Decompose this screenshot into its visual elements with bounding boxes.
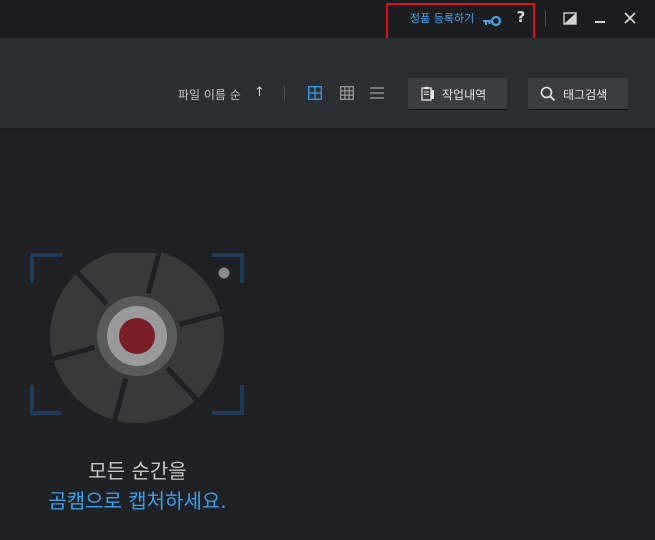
capture-list-area: 모든 순간을 곰캠으로 캡처하세요. (0, 129, 655, 540)
restore-icon[interactable] (562, 10, 578, 26)
key-icon[interactable] (482, 12, 502, 27)
minimize-icon[interactable] (592, 10, 608, 26)
history-button[interactable]: 작업내역 (408, 78, 507, 109)
search-icon (540, 86, 556, 102)
sort-dropdown[interactable]: 파일 이름 순 (178, 86, 241, 103)
camera-shutter-icon (30, 248, 245, 424)
sort-direction-button[interactable]: ↑ (254, 85, 265, 100)
clipboard-icon (421, 86, 434, 101)
toolbar: 파일 이름 순 ↑ 작업내역 태그검색 (0, 38, 655, 129)
titlebar-divider (545, 10, 546, 26)
history-button-label: 작업내역 (442, 88, 487, 102)
tag-search-button-label: 태그검색 (563, 88, 608, 102)
toolbar-divider (284, 86, 285, 100)
tag-search-button[interactable]: 태그검색 (528, 78, 628, 109)
large-grid-icon[interactable] (308, 86, 322, 100)
register-link[interactable]: 정품 등록하기 (410, 10, 474, 26)
empty-message-line2: 곰캠으로 캡처하세요. (48, 489, 227, 513)
gomcam-window: 정품 등록하기 ? 파일 이름 순 ↑ 작업내역 태그검색 모든 순간을 곰캠으… (0, 0, 655, 540)
list-icon[interactable] (370, 86, 384, 100)
close-icon[interactable] (622, 10, 638, 26)
help-button[interactable]: ? (514, 8, 528, 26)
small-grid-icon[interactable] (340, 86, 354, 100)
title-bar: 정품 등록하기 ? (0, 0, 655, 40)
empty-message-line1: 모든 순간을 (88, 459, 187, 483)
